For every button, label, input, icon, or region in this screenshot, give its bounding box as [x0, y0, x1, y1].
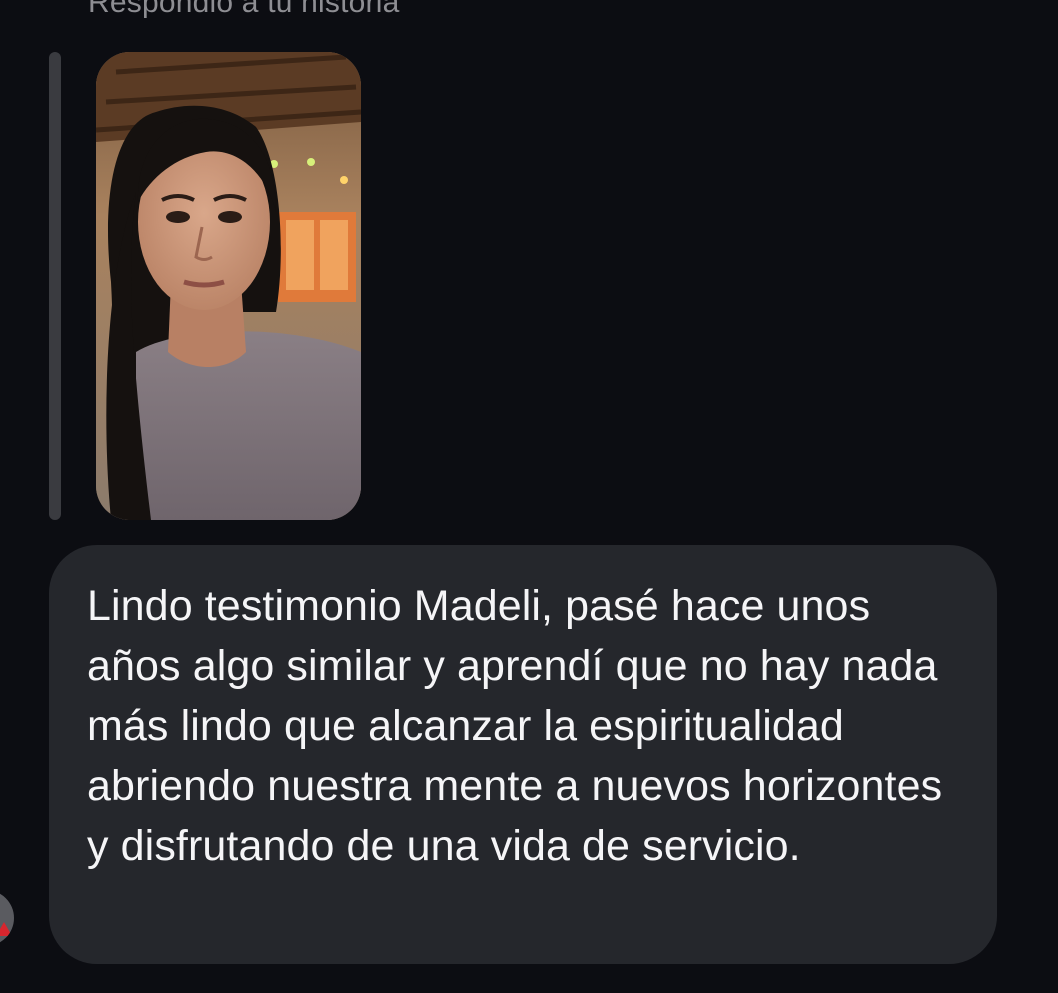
story-thumbnail[interactable] — [96, 52, 361, 520]
story-photo-image — [96, 52, 361, 520]
message-bubble[interactable]: Lindo testimonio Madeli, pasé hace unos … — [49, 545, 997, 964]
sender-avatar[interactable] — [0, 890, 14, 946]
avatar-badge-icon — [0, 922, 12, 936]
reply-quote-bar — [49, 52, 61, 520]
message-text: Lindo testimonio Madeli, pasé hace unos … — [87, 582, 943, 870]
reply-to-story-label: Respondió a tu historia — [88, 0, 400, 19]
dm-thread: Respondió a tu historia Lindo testimonio… — [0, 0, 1058, 993]
